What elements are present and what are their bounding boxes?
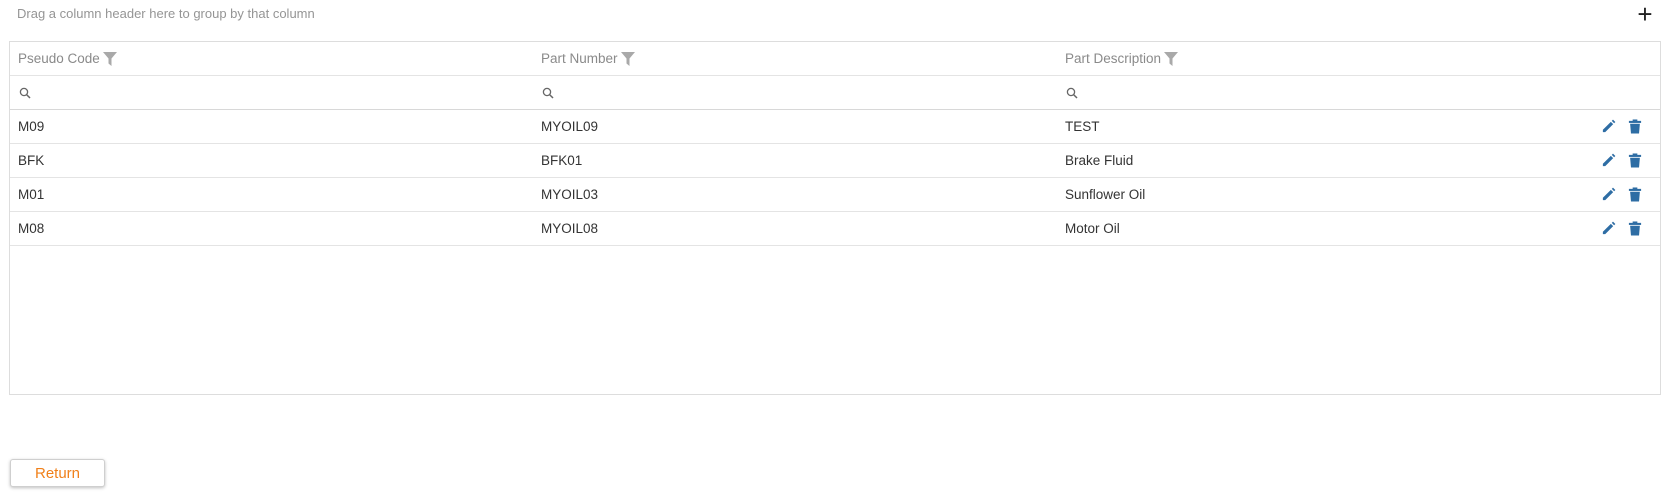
column-header-part-number[interactable]: Part Number <box>541 42 1051 75</box>
column-header-part-description[interactable]: Part Description <box>1065 42 1565 75</box>
part-description-cell: Sunflower Oil <box>1065 187 1146 202</box>
filter-funnel-icon[interactable] <box>102 51 117 66</box>
edit-pencil-icon[interactable] <box>1601 221 1616 236</box>
column-header-label: Part Number <box>541 51 618 66</box>
part-description-cell: Brake Fluid <box>1065 153 1134 168</box>
part-description-cell: Motor Oil <box>1065 221 1120 236</box>
parts-grid: Pseudo Code Part Number Part Description <box>9 41 1661 395</box>
return-button[interactable]: Return <box>10 459 105 487</box>
pseudo-code-cell: M09 <box>18 119 45 134</box>
table-row[interactable]: M08 MYOIL08 Motor Oil <box>10 212 1660 246</box>
table-row[interactable]: M01 MYOIL03 Sunflower Oil <box>10 178 1660 212</box>
search-icon <box>1066 87 1078 99</box>
table-row[interactable]: BFK BFK01 Brake Fluid <box>10 144 1660 178</box>
pseudo-code-cell: BFK <box>18 153 45 168</box>
pseudo-code-cell: M01 <box>18 187 45 202</box>
edit-pencil-icon[interactable] <box>1601 119 1616 134</box>
part-description-cell: TEST <box>1065 119 1100 134</box>
group-panel: Drag a column header here to group by th… <box>0 0 1669 30</box>
part-number-cell: BFK01 <box>541 153 583 168</box>
pseudo-code-cell: M08 <box>18 221 45 236</box>
edit-pencil-icon[interactable] <box>1601 187 1616 202</box>
filter-funnel-icon[interactable] <box>1164 51 1179 66</box>
trash-icon[interactable] <box>1628 153 1642 168</box>
filter-row <box>10 76 1660 110</box>
table-row[interactable]: M09 MYOIL09 TEST <box>10 110 1660 144</box>
edit-pencil-icon[interactable] <box>1601 153 1616 168</box>
filter-cell-part-description[interactable] <box>1065 76 1565 109</box>
group-panel-hint: Drag a column header here to group by th… <box>17 6 315 21</box>
column-header-label: Part Description <box>1065 51 1162 66</box>
part-number-cell: MYOIL03 <box>541 187 599 202</box>
trash-icon[interactable] <box>1628 187 1642 202</box>
filter-cell-part-number[interactable] <box>541 76 1051 109</box>
part-number-cell: MYOIL08 <box>541 221 599 236</box>
filter-cell-pseudo-code[interactable] <box>18 76 528 109</box>
trash-icon[interactable] <box>1628 221 1642 236</box>
search-icon <box>19 87 31 99</box>
plus-icon[interactable]: + <box>1632 1 1658 27</box>
filter-funnel-icon[interactable] <box>620 51 635 66</box>
column-header-pseudo-code[interactable]: Pseudo Code <box>18 42 528 75</box>
trash-icon[interactable] <box>1628 119 1642 134</box>
search-icon <box>542 87 554 99</box>
column-header-label: Pseudo Code <box>18 51 100 66</box>
part-number-cell: MYOIL09 <box>541 119 599 134</box>
header-row: Pseudo Code Part Number Part Description <box>10 42 1660 76</box>
